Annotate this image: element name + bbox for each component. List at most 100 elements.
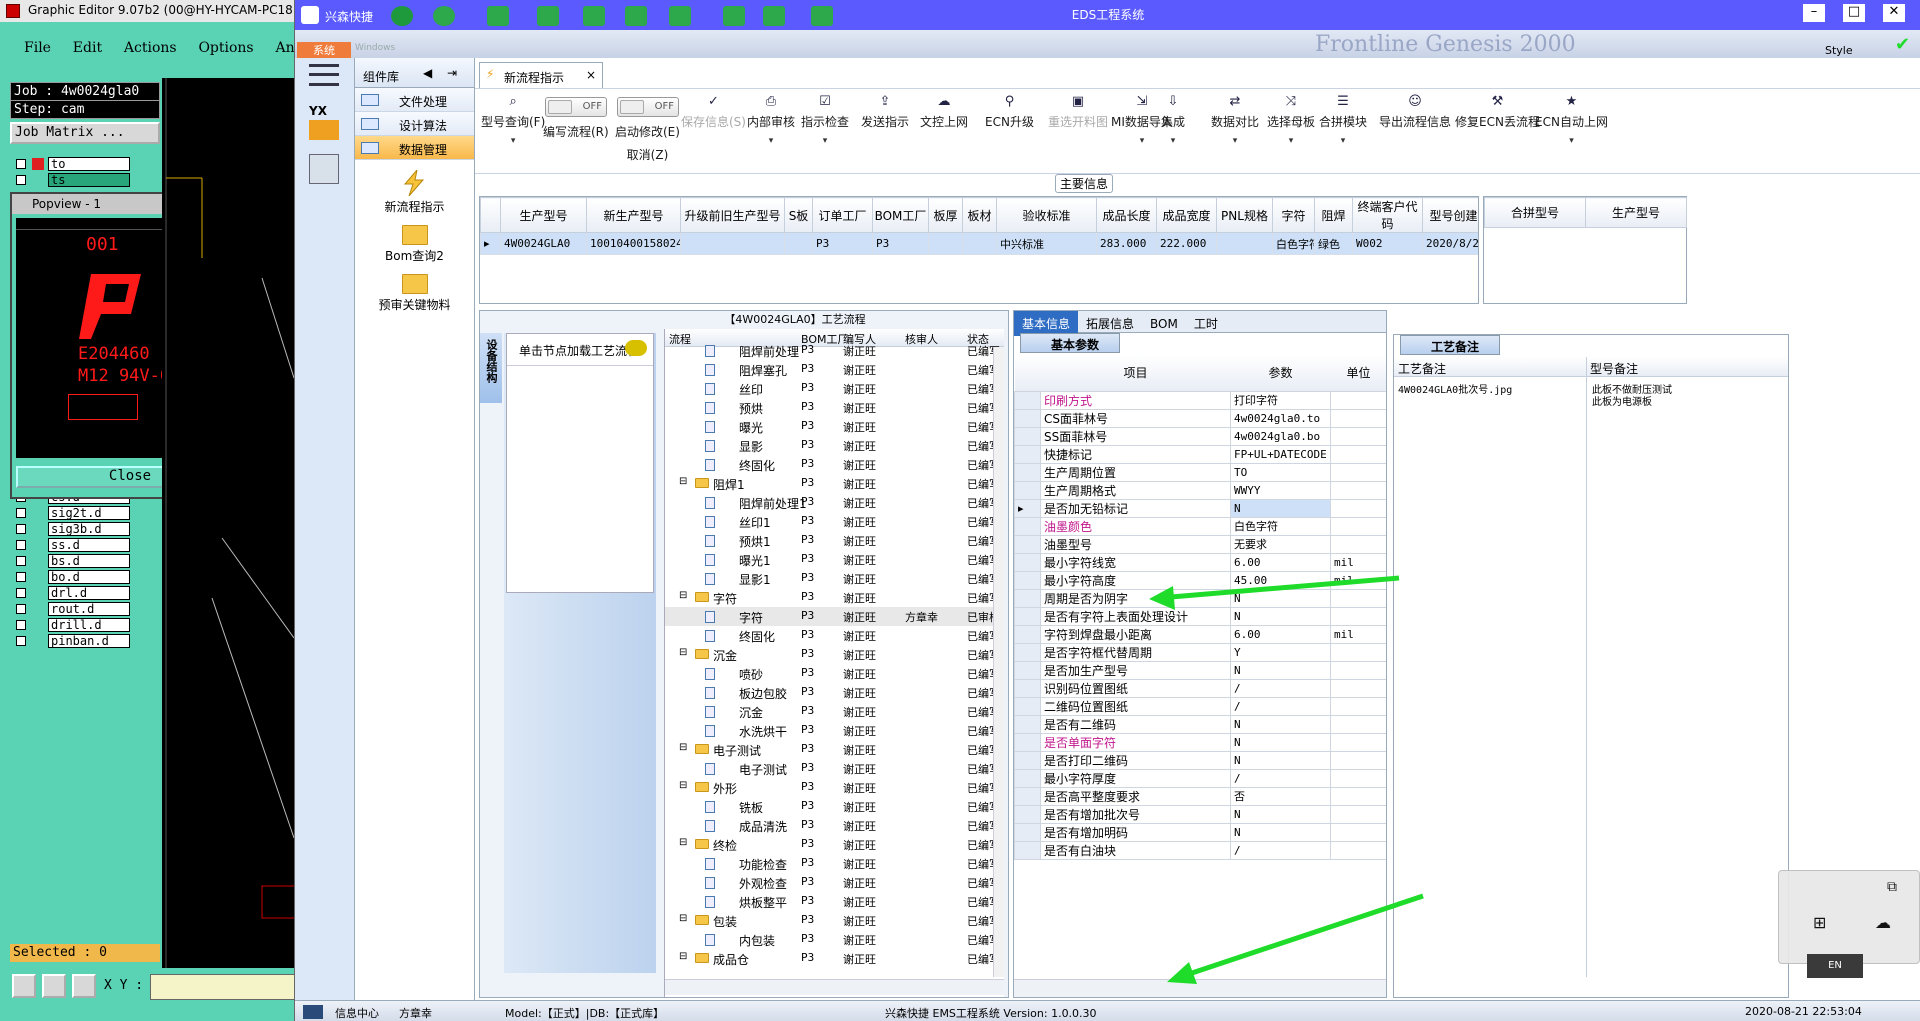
toolbar-button-8[interactable]: ⚲ ECN升级 xyxy=(985,95,1034,130)
tree-row[interactable]: 丝印 P3 谢正旺 已编写 xyxy=(665,379,1004,398)
cloud-icon[interactable]: ☁ xyxy=(1875,913,1891,932)
collapse-icon[interactable]: ⊟ xyxy=(679,742,687,753)
column-header[interactable]: 成品宽度 xyxy=(1156,197,1217,233)
menu-file[interactable]: File xyxy=(24,40,51,56)
graphic-canvas[interactable] xyxy=(162,78,294,968)
layer-name[interactable]: bs.d xyxy=(48,554,130,568)
snap-icon[interactable] xyxy=(12,974,36,998)
tab-info-2[interactable]: BOM xyxy=(1142,313,1186,335)
layer-row[interactable]: pinban.d xyxy=(12,633,132,649)
tree-row[interactable]: 铣板 P3 谢正旺 已编写 xyxy=(665,797,1004,816)
toolbar-sub-label[interactable]: 取消(Z) xyxy=(615,146,680,163)
layer-row[interactable]: to xyxy=(12,156,132,172)
layer-name[interactable]: rout.d xyxy=(48,602,130,616)
dropdown-arrow-icon[interactable]: ▾ xyxy=(801,136,849,146)
table-cell[interactable]: 4W0024GLA0 xyxy=(500,232,587,255)
tree-row[interactable]: 显影 P3 谢正旺 已编写 xyxy=(665,436,1004,455)
tree-row[interactable]: ⊟ 包装 P3 谢正旺 已编写 xyxy=(665,911,1004,930)
toolbar-button-3[interactable]: ✓ 保存信息(S) xyxy=(681,95,746,130)
dropdown-arrow-icon[interactable]: ▾ xyxy=(1319,136,1367,146)
layer-checkbox[interactable] xyxy=(16,636,26,646)
layer-name[interactable]: drill.d xyxy=(48,618,130,632)
arrow-left-icon[interactable]: ◀ xyxy=(423,66,432,80)
param-value[interactable]: 打印字符 xyxy=(1230,390,1331,410)
layer-checkbox[interactable] xyxy=(16,540,26,550)
layer-name[interactable]: to xyxy=(48,157,130,171)
table-row[interactable]: 生产周期格式 WWYY xyxy=(1014,480,1386,500)
tree-row[interactable]: 成品清洗 P3 谢正旺 已编写 xyxy=(665,816,1004,835)
layer-checkbox[interactable] xyxy=(16,524,26,534)
toolbar-button-15[interactable]: ☺ 导出流程信息 xyxy=(1379,95,1451,130)
film-icon[interactable] xyxy=(583,6,605,26)
tree-row[interactable]: 沉金 P3 谢正旺 已编写 xyxy=(665,702,1004,721)
column-header[interactable]: 参数 xyxy=(1231,355,1331,391)
toolbar-button-13[interactable]: ⤨ 选择母板 ▾ xyxy=(1267,95,1315,147)
table-cell[interactable] xyxy=(928,232,963,255)
tree-row[interactable]: ⊟ 沉金 P3 谢正旺 已编写 xyxy=(665,645,1004,664)
job-matrix-button[interactable]: Job Matrix ... xyxy=(10,122,160,144)
layer-row[interactable]: rout.d xyxy=(12,601,132,617)
table-row[interactable]: 印刷方式 打印字符 xyxy=(1014,390,1386,410)
table-cell[interactable]: 10010400158024 xyxy=(586,232,681,255)
craft-note[interactable]: 4W0024GLA0批次号.jpg xyxy=(1398,381,1512,396)
layer-checkbox[interactable] xyxy=(16,508,26,518)
dropdown-arrow-icon[interactable]: ▾ xyxy=(1535,136,1608,146)
menu-icon[interactable] xyxy=(309,64,339,86)
list-icon[interactable] xyxy=(669,6,691,26)
toolbar-button-6[interactable]: ⇪ 发送指示 xyxy=(861,95,909,130)
tree-row[interactable]: ⊟ 成品仓 P3 谢正旺 已编写 xyxy=(665,949,1004,968)
nav-item-data[interactable]: 数据管理 xyxy=(355,136,474,160)
dropdown-arrow-icon[interactable]: ▾ xyxy=(747,136,795,146)
toolbar-button-5[interactable]: ☑ 指示检查 ▾ xyxy=(801,95,849,147)
tree-row[interactable]: 喷砂 P3 谢正旺 已编写 xyxy=(665,664,1004,683)
calculator-icon[interactable] xyxy=(309,154,339,184)
collapse-icon[interactable]: ⊟ xyxy=(679,647,687,658)
toolbar-button-16[interactable]: ⚒ 修复ECN丢流程 xyxy=(1455,95,1540,130)
collapse-icon[interactable]: ⊟ xyxy=(679,951,687,962)
column-header[interactable]: 订单工厂 xyxy=(812,197,873,233)
xy-input[interactable] xyxy=(150,974,296,1000)
column-header[interactable]: 字符 xyxy=(1272,197,1315,233)
layer-checkbox[interactable] xyxy=(16,604,26,614)
add-file-icon[interactable]: ⊞ xyxy=(1813,913,1826,932)
column-header[interactable]: 终端客户代码 xyxy=(1352,197,1423,233)
tree-row[interactable]: 阻焊前处理 P3 谢正旺 已编写 xyxy=(665,341,1004,360)
layer-row[interactable]: ts xyxy=(12,172,132,188)
layer-row[interactable]: sig2t.d xyxy=(12,505,132,521)
layer-checkbox[interactable] xyxy=(16,159,26,169)
tree-row[interactable]: 预烘 P3 谢正旺 已编写 xyxy=(665,398,1004,417)
table-cell[interactable]: 283.000 xyxy=(1096,232,1157,255)
table-row[interactable]: 生产周期位置 TO xyxy=(1014,462,1386,482)
scissors-icon[interactable] xyxy=(537,6,559,26)
tree-row[interactable]: 水洗烘干 P3 谢正旺 已编写 xyxy=(665,721,1004,740)
collapse-icon[interactable]: ⊟ xyxy=(679,837,687,848)
table-row[interactable]: 快捷标记 FP+UL+DATECODE xyxy=(1014,444,1386,464)
column-header[interactable]: BOM工厂 xyxy=(872,197,929,233)
param-value[interactable]: 4w0024gla0.bo xyxy=(1230,426,1331,446)
tree-row[interactable]: 预烘1 P3 谢正旺 已编写 xyxy=(665,531,1004,550)
table-cell[interactable] xyxy=(962,232,997,255)
close-icon[interactable]: × xyxy=(586,68,596,82)
side-tab-structure[interactable]: 设备结构 xyxy=(480,333,502,403)
toolbar-button-1[interactable]: OFF 编写流程(R) xyxy=(543,95,609,140)
system-tab[interactable]: 系统 xyxy=(297,42,351,58)
layer-row[interactable]: sig3b.d xyxy=(12,521,132,537)
param-value[interactable]: WWYY xyxy=(1230,480,1331,500)
tree-row[interactable]: ⊟ 阻焊1 P3 谢正旺 已编写 xyxy=(665,474,1004,493)
dropdown-arrow-icon[interactable]: ▾ xyxy=(481,136,545,146)
dropdown-arrow-icon[interactable]: ▾ xyxy=(1211,136,1259,146)
layer-row[interactable]: drill.d xyxy=(12,617,132,633)
table-row[interactable]: CS面菲林号 4w0024gla0.to xyxy=(1014,408,1386,428)
table-cell[interactable]: 222.000 xyxy=(1156,232,1217,255)
column-header[interactable]: 板材 xyxy=(962,197,997,233)
toggle-switch[interactable]: OFF xyxy=(617,97,679,117)
toolbar-button-14[interactable]: ☰ 合拼模块 ▾ xyxy=(1319,95,1367,147)
tab-new-flow[interactable]: ⚡ 新流程指示 × xyxy=(479,62,603,88)
column-header[interactable]: 验收标准 xyxy=(996,197,1097,233)
tree-row[interactable]: 阻焊塞孔 P3 谢正旺 已编写 xyxy=(665,360,1004,379)
toolbar-button-4[interactable]: ⎙ 内部审核 ▾ xyxy=(747,95,795,147)
dropdown-arrow-icon[interactable]: ▾ xyxy=(1161,136,1185,146)
nav-item-file[interactable]: 文件处理 xyxy=(355,88,474,112)
column-header[interactable]: 板厚 xyxy=(928,197,963,233)
tab-info-3[interactable]: 工时 xyxy=(1186,311,1226,336)
